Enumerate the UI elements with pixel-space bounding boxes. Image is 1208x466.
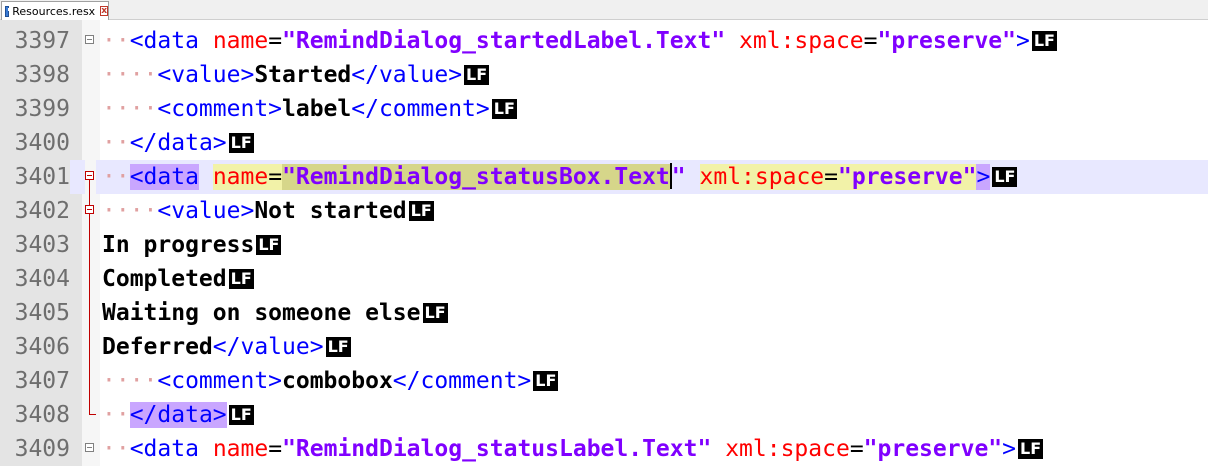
line-content: In progress LF xyxy=(102,232,282,258)
code-line[interactable]: 3406 Deferred</value> LF xyxy=(0,330,1208,364)
line-number: 3397 xyxy=(14,28,70,54)
line-content: ··</data> LF xyxy=(102,402,254,428)
code-line[interactable]: 3407 ····<comment>combobox</comment> LF xyxy=(0,364,1208,398)
line-number: 3405 xyxy=(14,300,70,326)
line-feed-marker: LF xyxy=(422,303,448,323)
line-content: ··</data> LF xyxy=(102,130,254,156)
line-number: 3407 xyxy=(14,368,70,394)
line-feed-marker: LF xyxy=(992,167,1018,187)
line-content: ··<data name="RemindDialog_statusLabel.T… xyxy=(102,436,1044,462)
code-line[interactable]: 3403 In progress LF xyxy=(0,228,1208,262)
line-number: 3398 xyxy=(14,62,70,88)
line-content: Completed LF xyxy=(102,266,254,292)
code-line[interactable]: 3399 ····<comment>label</comment> LF xyxy=(0,92,1208,126)
line-content: Deferred</value> LF xyxy=(102,334,351,360)
tab-bar: Resources.resx x xyxy=(0,0,1208,20)
code-line[interactable]: 3409 ··<data name="RemindDialog_statusLa… xyxy=(0,432,1208,466)
line-content: ··<data name="RemindDialog_startedLabel.… xyxy=(102,28,1057,54)
line-number: 3408 xyxy=(14,402,70,428)
line-feed-marker: LF xyxy=(228,133,254,153)
tab-title: Resources.resx xyxy=(12,4,96,18)
matched-tag-highlight: <data xyxy=(129,164,199,190)
line-number: 3409 xyxy=(14,436,70,462)
code-line[interactable]: 3400 ··</data> LF xyxy=(0,126,1208,160)
save-state-icon xyxy=(5,5,14,17)
line-feed-marker: LF xyxy=(533,371,559,391)
line-feed-marker: LF xyxy=(325,337,351,357)
line-feed-marker: LF xyxy=(228,269,254,289)
line-feed-marker: LF xyxy=(256,235,282,255)
line-number: 3400 xyxy=(14,130,70,156)
matched-tag-highlight: </data> xyxy=(129,402,227,428)
line-content: ····<value>Started</value> LF xyxy=(102,62,490,88)
code-line[interactable]: 3405 Waiting on someone else LF xyxy=(0,296,1208,330)
code-editor[interactable]: 3397 ··<data name="RemindDialog_startedL… xyxy=(0,20,1208,466)
line-feed-marker: LF xyxy=(1018,439,1044,459)
code-line[interactable]: 3398 ····<value>Started</value> LF xyxy=(0,58,1208,92)
line-feed-marker: LF xyxy=(464,65,490,85)
close-icon[interactable]: x xyxy=(100,6,108,16)
line-content: ····<comment>combobox</comment> LF xyxy=(102,368,559,394)
code-line[interactable]: 3408 ··</data> LF xyxy=(0,398,1208,432)
fold-toggle-icon[interactable] xyxy=(85,194,96,228)
line-number: 3406 xyxy=(14,334,70,360)
line-number: 3399 xyxy=(14,96,70,122)
selected-value-highlight: "RemindDialog_statusBox.Text xyxy=(282,164,670,190)
line-number: 3404 xyxy=(14,266,70,292)
line-feed-marker: LF xyxy=(1031,31,1057,51)
line-number: 3402 xyxy=(14,198,70,224)
code-line[interactable]: 3402 ····<value>Not started LF xyxy=(0,194,1208,228)
line-number: 3403 xyxy=(14,232,70,258)
line-feed-marker: LF xyxy=(491,99,517,119)
tab-resources-resx[interactable]: Resources.resx x xyxy=(1,1,109,20)
code-line[interactable]: 3404 Completed LF xyxy=(0,262,1208,296)
line-feed-marker: LF xyxy=(408,201,434,221)
fold-toggle-icon[interactable] xyxy=(85,432,96,466)
line-feed-marker: LF xyxy=(228,405,254,425)
line-content: Waiting on someone else LF xyxy=(102,300,448,326)
line-number: 3401 xyxy=(0,160,70,194)
fold-toggle-icon[interactable] xyxy=(85,24,96,58)
fold-toggle-icon[interactable] xyxy=(85,160,96,194)
line-content: ····<comment>label</comment> LF xyxy=(102,96,517,122)
current-code-line[interactable]: 3401 ··<data name="RemindDialog_statusBo… xyxy=(0,160,1208,194)
code-line[interactable]: 3397 ··<data name="RemindDialog_startedL… xyxy=(0,24,1208,58)
line-content: ··<data name="RemindDialog_statusBox.Tex… xyxy=(102,163,1018,190)
line-content: ····<value>Not started LF xyxy=(102,198,434,224)
